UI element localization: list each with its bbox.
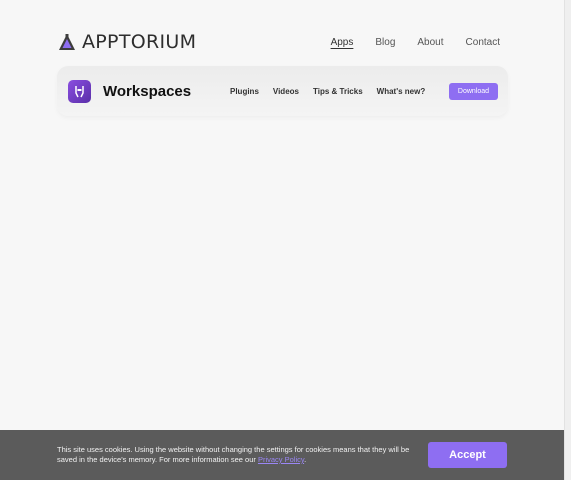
site-header: APPTORIUM Apps Blog About Contact — [58, 30, 500, 54]
main-nav: Apps Blog About Contact — [331, 37, 500, 48]
brand-name: APPTORIUM — [82, 31, 197, 53]
product-nav: Plugins Videos Tips & Tricks What's new? — [230, 87, 425, 96]
accept-cookies-button[interactable]: Accept — [428, 442, 507, 468]
product-title: Workspaces — [103, 82, 192, 100]
cookie-banner: This site uses cookies. Using the websit… — [0, 430, 564, 480]
flask-triangle-icon — [58, 33, 76, 51]
nav-apps-link[interactable]: Apps — [331, 37, 354, 48]
page-scrollbar[interactable] — [564, 0, 571, 480]
apptorium-logo[interactable]: APPTORIUM — [58, 31, 196, 53]
product-nav-tips-tricks[interactable]: Tips & Tricks — [313, 87, 363, 96]
workspaces-app-icon[interactable] — [68, 79, 91, 103]
cookie-text-body: This site uses cookies. Using the websit… — [57, 445, 410, 464]
privacy-policy-link[interactable]: Privacy Policy — [258, 455, 304, 464]
cookie-message: This site uses cookies. Using the websit… — [57, 445, 417, 465]
product-nav-whats-new[interactable]: What's new? — [377, 87, 426, 96]
download-button[interactable]: Download — [449, 82, 498, 100]
page: APPTORIUM Apps Blog About Contact Worksp… — [0, 0, 571, 480]
product-bar: Workspaces Plugins Videos Tips & Tricks … — [57, 66, 508, 116]
nav-about-link[interactable]: About — [417, 37, 443, 48]
cookie-text-suffix: . — [304, 455, 307, 464]
product-nav-videos[interactable]: Videos — [273, 87, 299, 96]
product-nav-plugins[interactable]: Plugins — [230, 87, 259, 96]
nav-contact-link[interactable]: Contact — [466, 37, 500, 48]
nav-blog-link[interactable]: Blog — [375, 37, 395, 48]
